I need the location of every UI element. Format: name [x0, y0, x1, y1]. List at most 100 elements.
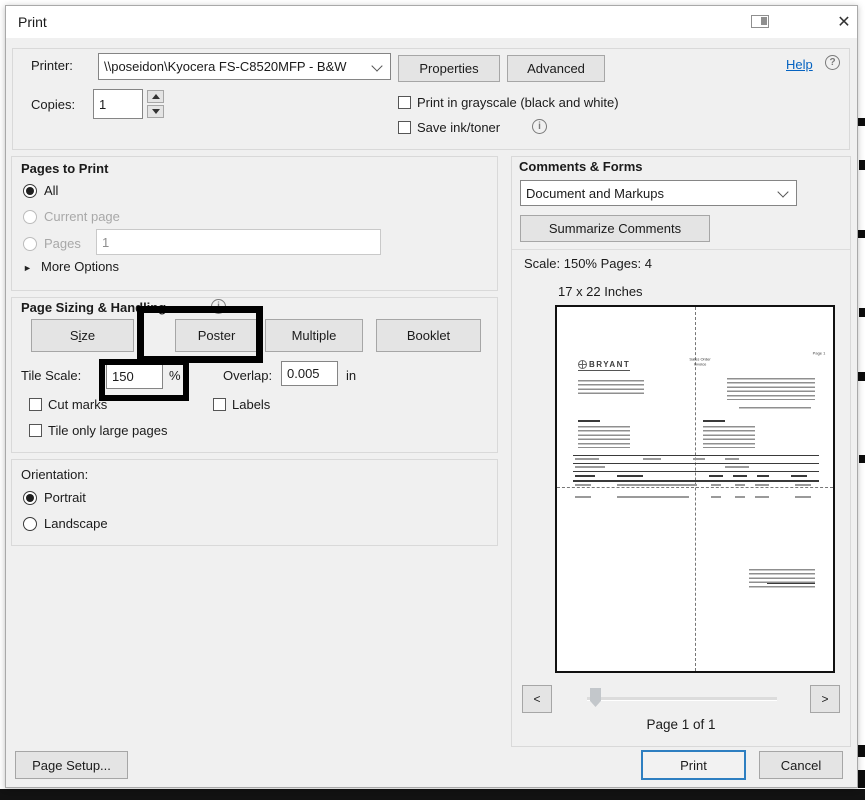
chevron-down-icon — [777, 186, 788, 197]
grayscale-checkbox[interactable] — [398, 96, 411, 109]
tile-scale-unit: % — [169, 368, 181, 384]
pages-radio[interactable] — [23, 237, 37, 251]
tile-only-label: Tile only large pages — [48, 423, 167, 439]
cut-marks-checkbox[interactable] — [29, 398, 42, 411]
copies-up-button[interactable] — [147, 90, 164, 103]
poster-button[interactable]: Poster — [175, 319, 258, 352]
doc-item-cell — [755, 496, 769, 498]
next-page-button[interactable]: > — [810, 685, 840, 713]
doc-title-line: Invoice — [683, 362, 718, 367]
doc-item-cell — [795, 496, 811, 498]
help-link[interactable]: Help — [786, 57, 813, 72]
doc-table-cell — [575, 458, 599, 460]
doc-item-cell — [711, 496, 721, 498]
comments-forms-value: Document and Markups — [526, 186, 664, 201]
cancel-button[interactable]: Cancel — [759, 751, 843, 779]
overlap-label: Overlap: — [223, 368, 272, 384]
printer-select[interactable]: \\poseidon\Kyocera FS-C8520MFP - B&W — [98, 53, 391, 80]
print-button[interactable]: Print — [641, 750, 746, 780]
cut-marks-label: Cut marks — [48, 397, 107, 413]
help-icon[interactable]: ? — [825, 55, 840, 70]
doc-order-info-lines — [727, 378, 815, 400]
dialog-title: Print — [18, 14, 47, 30]
tile-scale-label: Tile Scale: — [21, 368, 81, 384]
doc-item-cell — [755, 484, 769, 486]
tile-only-checkbox[interactable] — [29, 424, 42, 437]
printer-value: \\poseidon\Kyocera FS-C8520MFP - B&W — [104, 59, 347, 74]
doc-col-header — [733, 475, 747, 477]
doc-col-header — [709, 475, 723, 477]
page-slider-track[interactable] — [587, 697, 777, 701]
expander-arrow-icon[interactable]: ► — [23, 260, 32, 276]
doc-item-cell — [711, 484, 721, 486]
properties-button[interactable]: Properties — [398, 55, 500, 82]
scale-info: Scale: 150% Pages: 4 — [524, 256, 652, 272]
doc-col-header — [757, 475, 769, 477]
doc-table-cell — [725, 458, 739, 460]
doc-totals-rule — [767, 583, 815, 584]
arrow-down-icon — [152, 109, 160, 114]
booklet-button[interactable]: Booklet — [376, 319, 481, 352]
previous-page-button[interactable]: < — [522, 685, 552, 713]
doc-col-header — [791, 475, 807, 477]
doc-table-rule — [573, 463, 819, 464]
summarize-comments-button[interactable]: Summarize Comments — [520, 215, 710, 242]
size-label-part: ze — [81, 328, 95, 343]
close-icon[interactable]: ✕ — [833, 11, 855, 33]
globe-icon — [578, 360, 587, 369]
save-ink-label: Save ink/toner — [417, 120, 500, 136]
page-sizing-header: Page Sizing & Handling — [21, 300, 166, 316]
doc-brand-logo: BRYANT — [578, 360, 630, 371]
doc-shipto-lines — [703, 426, 755, 448]
advanced-button[interactable]: Advanced — [507, 55, 605, 82]
background-fragment — [859, 455, 865, 463]
all-radio[interactable] — [23, 184, 37, 198]
current-page-radio[interactable] — [23, 210, 37, 224]
doc-item-cell — [617, 496, 689, 498]
size-button[interactable]: Size — [31, 319, 134, 352]
title-bar: Print ✕ — [6, 6, 857, 38]
pages-input[interactable]: 1 — [96, 229, 381, 255]
pages-to-print-header: Pages to Print — [21, 161, 108, 177]
pages-label: Pages — [44, 236, 81, 252]
doc-table-rule — [573, 471, 819, 472]
page-indicator: Page 1 of 1 — [512, 717, 850, 732]
doc-item-cell — [735, 496, 745, 498]
background-fragment — [857, 770, 865, 788]
overlap-unit: in — [346, 368, 356, 384]
print-preview-page: Page 1 BRYANT Sales Order Invoice — [555, 305, 835, 673]
page-slider-handle[interactable] — [590, 688, 601, 707]
save-ink-checkbox[interactable] — [398, 121, 411, 134]
portrait-label: Portrait — [44, 490, 86, 506]
background-fragment — [858, 118, 865, 126]
doc-billto-lines — [578, 426, 630, 448]
tile-scale-input[interactable]: 150 — [106, 363, 163, 389]
background-fragment — [859, 308, 865, 317]
copies-down-button[interactable] — [147, 105, 164, 118]
copies-input[interactable]: 1 — [93, 89, 143, 119]
portrait-radio[interactable] — [23, 491, 37, 505]
window-icon — [751, 15, 769, 28]
preview-panel: Document and Markups Summarize Comments … — [511, 156, 851, 747]
more-options-link[interactable]: More Options — [41, 259, 119, 275]
doc-item-cell — [735, 484, 745, 486]
overlap-input[interactable]: 0.005 — [281, 361, 338, 386]
doc-address-lines — [578, 380, 644, 397]
comments-forms-select[interactable]: Document and Markups — [520, 180, 797, 206]
doc-table-cell — [575, 466, 605, 468]
multiple-button[interactable]: Multiple — [265, 319, 363, 352]
page-setup-button[interactable]: Page Setup... — [15, 751, 128, 779]
printer-label: Printer: — [31, 58, 73, 74]
landscape-radio[interactable] — [23, 517, 37, 531]
chevron-down-icon — [371, 60, 382, 71]
page-size-info: 17 x 22 Inches — [558, 284, 643, 300]
print-dialog: Print ✕ Printer: \\poseidon\Kyocera FS-C… — [5, 5, 858, 788]
orientation-header: Orientation: — [21, 467, 88, 483]
labels-checkbox[interactable] — [213, 398, 226, 411]
doc-table-rule — [573, 455, 819, 456]
doc-table-cell — [693, 458, 705, 460]
doc-item-cell — [795, 484, 811, 486]
divider — [512, 249, 850, 250]
labels-label: Labels — [232, 397, 270, 413]
grayscale-label: Print in grayscale (black and white) — [417, 95, 619, 111]
